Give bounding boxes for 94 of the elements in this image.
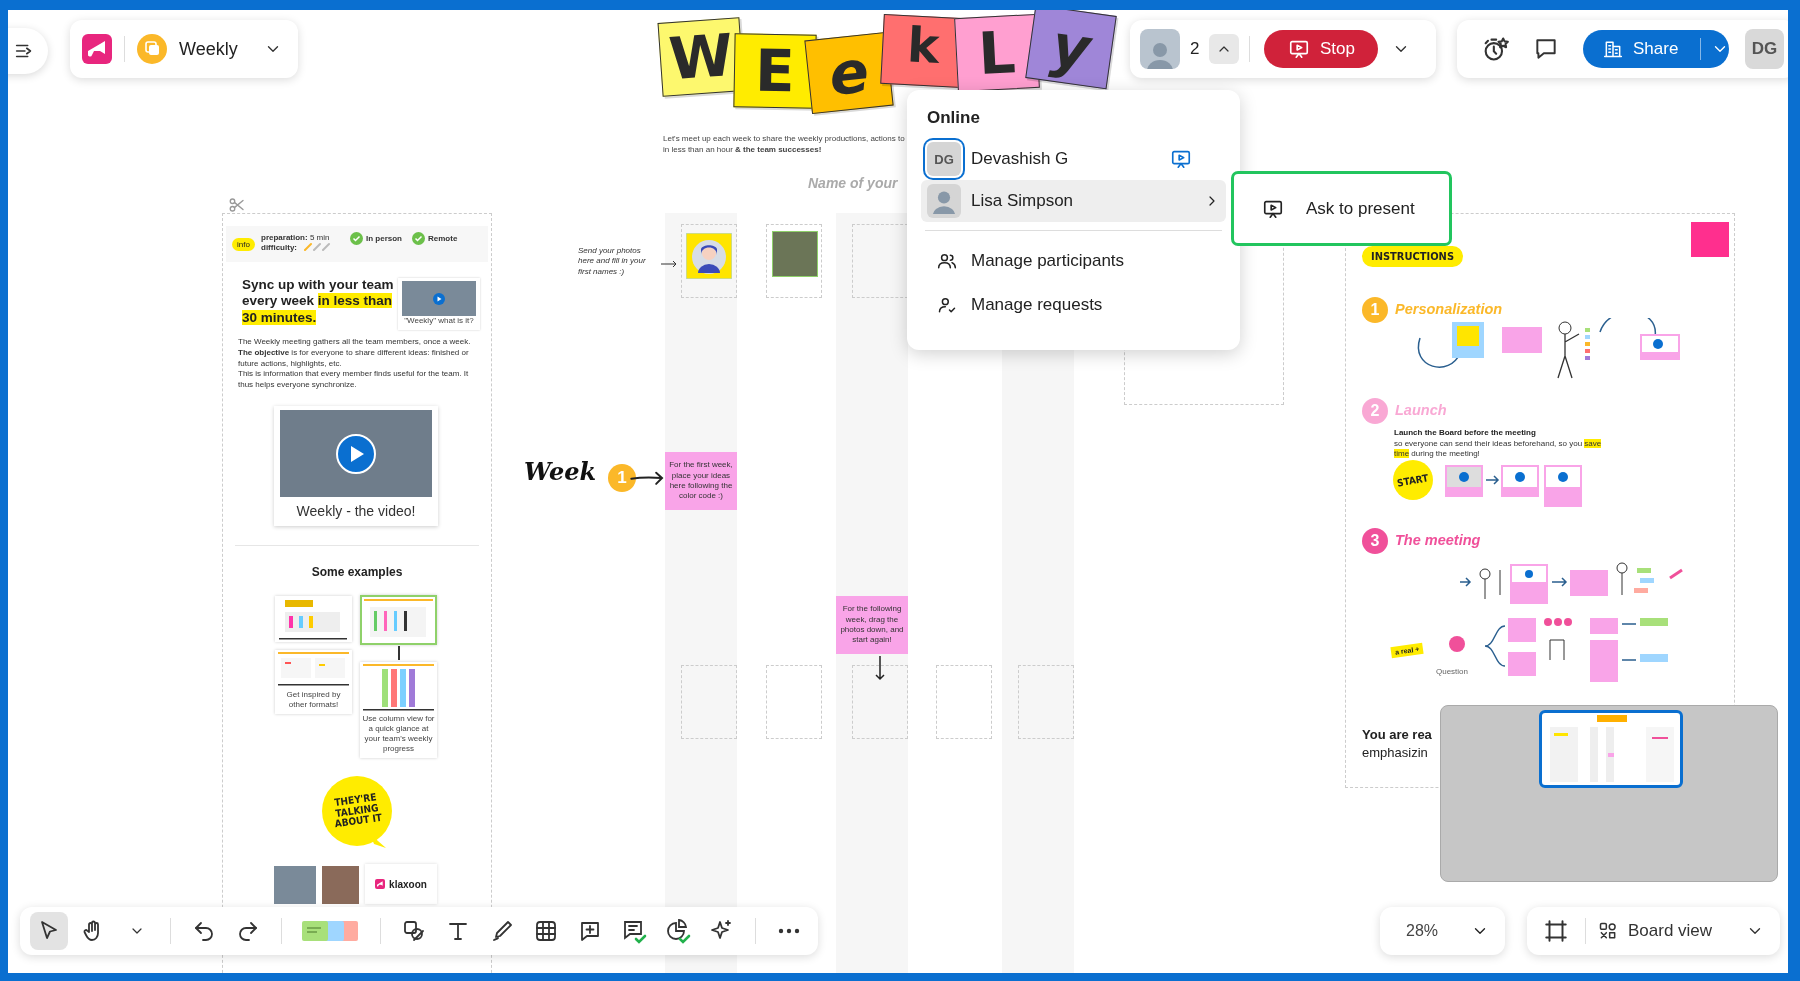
- week-label: Week: [524, 457, 597, 486]
- sticky-note: For the first week, place your ideas here following the color code :): [665, 452, 737, 510]
- more-icon: [778, 928, 800, 934]
- step-title: The meeting: [1395, 532, 1481, 548]
- participant-item[interactable]: DG Devashish G: [921, 138, 1226, 180]
- board-view-icon: [1598, 921, 1618, 941]
- section-title: Some examples: [310, 565, 404, 579]
- closing-title: You are rea: [1362, 726, 1432, 744]
- column-header: Name of your: [808, 175, 898, 191]
- difficulty-pencils-icon: [303, 242, 331, 251]
- menu-item[interactable]: Manage requests: [927, 283, 1220, 327]
- user-avatar[interactable]: DG: [1745, 29, 1784, 69]
- present-icon: [1287, 38, 1310, 60]
- person-check-icon: [937, 295, 957, 315]
- ask-to-present-item[interactable]: Ask to present: [1231, 171, 1452, 246]
- difficulty-label: difficulty:: [261, 243, 297, 252]
- board-name: Weekly: [179, 38, 238, 60]
- video-caption: Weekly - the video!: [296, 503, 416, 519]
- week-number: 1: [608, 464, 636, 492]
- redo-icon: [236, 919, 260, 943]
- pie-check-icon: [665, 918, 691, 944]
- menu-item-label: Manage requests: [971, 295, 1103, 315]
- participant-count: 2: [1190, 39, 1200, 59]
- description-text: The Weekly meeting gathers all the team members, once a week. The objective is for everyone to share different ideas: finished or future actions, highlights, etc. This is information that every member finds useful for the team. It thus helps everyone synchronize.: [238, 337, 472, 391]
- tool-button[interactable]: [30, 912, 68, 950]
- avatar-placeholder: [927, 184, 961, 218]
- zoom-control[interactable]: 28%: [1380, 907, 1505, 955]
- scissors-icon: [228, 196, 246, 214]
- photo-placeholder: [772, 231, 818, 277]
- form-check-icon: [621, 918, 647, 944]
- shapes-icon: [402, 919, 426, 943]
- arrow-icon: [875, 655, 885, 681]
- check-circle-icon: [412, 232, 425, 245]
- example-thumbnail[interactable]: [360, 595, 437, 645]
- meeting-mode: Remote: [428, 234, 458, 243]
- step-title: Launch: [1395, 402, 1447, 418]
- participant-name: Lisa Simpson: [971, 191, 1074, 211]
- logo-text: klaxoon: [389, 878, 427, 890]
- step-number: 2: [1362, 398, 1388, 424]
- photo-placeholder: [274, 866, 316, 904]
- participant-item[interactable]: Lisa Simpson: [921, 180, 1226, 222]
- instructions-tag: INSTRUCTIONS: [1362, 246, 1463, 267]
- menu-item[interactable]: Manage participants: [927, 239, 1220, 283]
- stop-button[interactable]: Stop: [1264, 30, 1379, 68]
- horn-logo-icon: [375, 879, 386, 889]
- comment-add-icon: [578, 919, 602, 943]
- minimap[interactable]: [1440, 705, 1778, 882]
- speech-bubble: THEY'RE TALKING ABOUT IT: [322, 776, 392, 846]
- frame-icon: [1543, 918, 1569, 944]
- board-icon: [137, 34, 167, 64]
- avatar-placeholder: [1140, 29, 1180, 69]
- expand-participants-button[interactable]: [1209, 34, 1240, 64]
- start-badge: START: [1393, 460, 1433, 500]
- arrow-icon: [660, 260, 678, 268]
- example-card[interactable]: Get inspired by other formats!: [275, 650, 352, 714]
- zoom-level: 28%: [1406, 922, 1439, 940]
- undo-icon: [192, 919, 216, 943]
- presenter-icon: [1170, 148, 1192, 170]
- thumbnail-caption: "Weekly" what is it?: [404, 316, 474, 325]
- pen-icon: [490, 919, 514, 943]
- intro-text: Let's meet up each week to share the weekly productions, actions to in less than an hour & the team successes!: [663, 134, 905, 156]
- video-card[interactable]: Weekly - the video!: [274, 406, 438, 526]
- preparation-text: preparation: 5 min: [261, 233, 330, 242]
- avatar-illustration: [686, 233, 732, 279]
- building-icon: [1603, 39, 1623, 59]
- menu-heading: Online: [927, 108, 981, 128]
- meeting-mode: In person: [366, 234, 402, 243]
- handwritten-note: Send your photos here and fill in your first names :): [578, 246, 647, 278]
- closing-line: emphasizin: [1362, 744, 1428, 760]
- play-icon: [433, 292, 445, 305]
- video-thumbnail[interactable]: "Weekly" what is it?: [398, 278, 480, 330]
- example-thumbnail[interactable]: [275, 596, 352, 642]
- share-button[interactable]: Share: [1583, 30, 1730, 68]
- table-icon: [534, 919, 558, 943]
- example-caption: Get inspired by other formats!: [285, 689, 342, 711]
- comment-icon: [1533, 36, 1559, 62]
- example-card[interactable]: Use column view for a quick glance at your team's weekly progress: [360, 662, 437, 758]
- title-letter: E: [733, 33, 817, 109]
- example-caption: Use column view for a quick glance at your team's weekly progress: [361, 713, 436, 755]
- photo-placeholder: [322, 866, 359, 904]
- launch-text: so everyone can send their ideas beforehand, so you save time during the meeting!: [1394, 439, 1603, 460]
- board-view-button[interactable]: Board view: [1598, 921, 1713, 941]
- step-number: 1: [1362, 297, 1388, 323]
- check-circle-icon: [350, 232, 363, 245]
- step-title: Personalization: [1395, 301, 1503, 317]
- play-icon: [336, 433, 376, 474]
- launch-title: Launch the Board before the meeting: [1394, 428, 1536, 437]
- people-icon: [937, 251, 957, 271]
- sticky-note: For the following week, drag the photos down, and start again!: [836, 596, 908, 654]
- menu-item-label: Manage participants: [971, 251, 1125, 271]
- question-label: Question: [1436, 667, 1469, 676]
- horn-logo-icon: [82, 34, 112, 64]
- participant-name: Devashish G: [971, 149, 1069, 169]
- step-number: 3: [1362, 528, 1388, 554]
